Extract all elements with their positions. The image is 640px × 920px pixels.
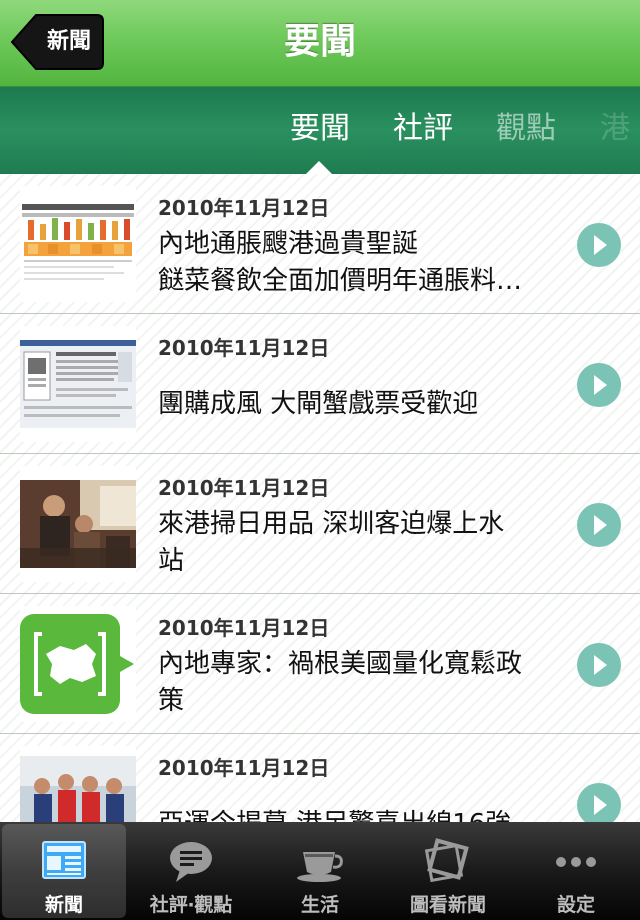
disclosure-arrow-icon[interactable] — [577, 783, 621, 822]
newspaper-icon — [42, 841, 86, 879]
disclosure-arrow-icon[interactable] — [577, 223, 621, 267]
tabbar-label: 社評‧觀點 — [149, 894, 233, 916]
list-item[interactable]: 2010年11月12日 內地專家：禍根美國量化寬鬆政 策 — [0, 594, 640, 734]
more-dots-icon — [556, 857, 596, 867]
tab-editorial[interactable]: 社評 — [393, 87, 453, 174]
tabbar-item-news[interactable]: 新聞 — [2, 824, 126, 918]
tabbar-label: 設定 — [556, 894, 595, 916]
speech-bubble-icon — [170, 842, 212, 882]
disclosure-arrow-icon[interactable] — [577, 363, 621, 407]
active-tab-indicator — [306, 161, 332, 174]
article-date: 2010年11月12日 — [158, 336, 330, 360]
article-title: 亞運今揭幕 港足驚喜出線16強 — [158, 806, 558, 822]
article-thumbnail — [20, 606, 136, 722]
tabbar-label: 生活 — [300, 894, 339, 916]
back-button-label: 新聞 — [46, 29, 91, 54]
back-button[interactable]: 新聞 — [10, 13, 105, 71]
article-date: 2010年11月12日 — [158, 756, 330, 780]
tabbar-label: 圖看新聞 — [409, 894, 486, 916]
article-thumbnail — [20, 466, 136, 582]
article-thumbnail — [20, 326, 136, 442]
disclosure-arrow-icon[interactable] — [577, 503, 621, 547]
article-thumbnail — [20, 746, 136, 822]
disclosure-arrow-icon[interactable] — [577, 643, 621, 687]
article-title: 來港掃日用品 深圳客迫爆上水 站 — [158, 509, 505, 576]
photo-frame-icon — [424, 838, 469, 883]
navigation-bar: 新聞 要聞 — [0, 0, 640, 87]
tabbar-item-editorial-opinion[interactable]: 社評‧觀點 — [129, 824, 253, 918]
tabbar-label: 新聞 — [44, 894, 83, 916]
tab-opinion[interactable]: 觀點 — [496, 87, 556, 174]
tabbar-item-settings[interactable]: 設定 — [514, 824, 638, 918]
tab-hong-kong[interactable]: 港 — [600, 87, 630, 174]
article-date: 2010年11月12日 — [158, 196, 330, 220]
list-item[interactable]: 2010年11月12日 團購成風 大閘蟹戲票受歡迎 — [0, 314, 640, 454]
tab-bar: 新聞 社評‧觀點 生活 圖看新聞 設定 — [0, 822, 640, 920]
article-title: 團購成風 大閘蟹戲票受歡迎 — [158, 389, 479, 419]
article-thumbnail — [20, 186, 136, 302]
article-date: 2010年11月12日 — [158, 616, 330, 640]
tabbar-item-photo-news[interactable]: 圖看新聞 — [386, 824, 510, 918]
article-title: 內地專家：禍根美國量化寬鬆政 策 — [158, 649, 523, 716]
coffee-cup-icon — [297, 852, 343, 882]
list-item[interactable]: 2010年11月12日 來港掃日用品 深圳客迫爆上水 站 — [0, 454, 640, 594]
article-date: 2010年11月12日 — [158, 476, 330, 500]
tabbar-item-lifestyle[interactable]: 生活 — [258, 824, 382, 918]
news-list[interactable]: 2010年11月12日 內地通脹颼港過貴聖誕 餸菜餐飲全面加價明年通脹料… 20… — [0, 174, 640, 822]
list-item[interactable]: 2010年11月12日 內地通脹颼港過貴聖誕 餸菜餐飲全面加價明年通脹料… — [0, 174, 640, 314]
article-title: 內地通脹颼港過貴聖誕 餸菜餐飲全面加價明年通脹料… — [158, 229, 523, 296]
list-item[interactable]: 2010年11月12日 亞運今揭幕 港足驚喜出線16強 — [0, 734, 640, 822]
